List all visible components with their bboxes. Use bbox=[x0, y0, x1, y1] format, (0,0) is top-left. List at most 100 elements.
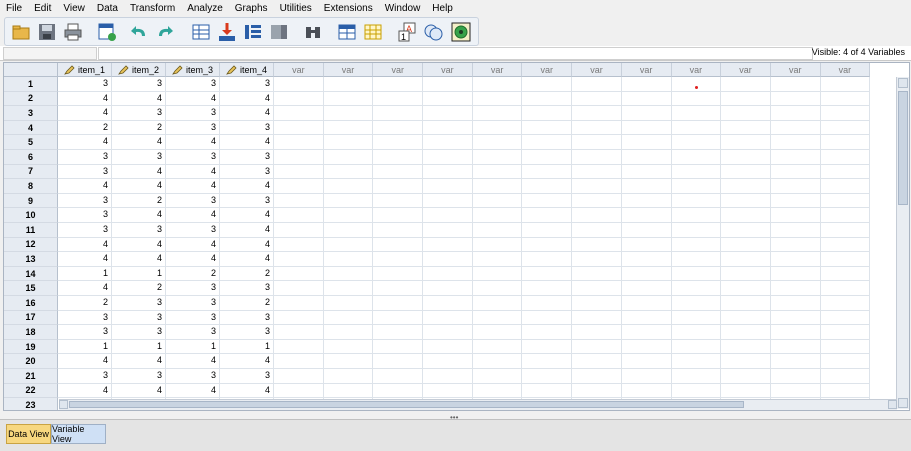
empty-cell[interactable] bbox=[522, 310, 573, 326]
empty-cell[interactable] bbox=[522, 179, 573, 194]
empty-cell[interactable] bbox=[373, 266, 424, 282]
empty-cell[interactable] bbox=[423, 252, 473, 267]
empty-cell[interactable] bbox=[721, 77, 771, 92]
empty-cell[interactable] bbox=[621, 266, 672, 282]
data-cell[interactable]: 4 bbox=[166, 252, 220, 267]
data-cell[interactable]: 3 bbox=[166, 150, 220, 165]
empty-cell[interactable] bbox=[274, 150, 324, 165]
empty-cell[interactable] bbox=[274, 135, 324, 150]
empty-cell[interactable] bbox=[522, 237, 573, 253]
empty-cell[interactable] bbox=[572, 208, 622, 223]
row-number[interactable]: 22 bbox=[4, 383, 58, 399]
data-cell[interactable]: 4 bbox=[112, 354, 166, 369]
empty-cell[interactable] bbox=[572, 193, 622, 209]
menu-data[interactable]: Data bbox=[91, 3, 124, 14]
empty-cell[interactable] bbox=[522, 120, 573, 136]
empty-cell[interactable] bbox=[671, 106, 722, 121]
empty-cell[interactable] bbox=[770, 310, 821, 326]
empty-cell[interactable] bbox=[621, 91, 672, 107]
empty-cell[interactable] bbox=[721, 252, 771, 267]
empty-cell[interactable] bbox=[572, 135, 622, 150]
empty-cell[interactable] bbox=[274, 310, 324, 326]
data-cell[interactable]: 4 bbox=[58, 91, 112, 107]
data-cell[interactable]: 4 bbox=[166, 237, 220, 253]
data-cell[interactable]: 4 bbox=[112, 208, 166, 223]
data-cell[interactable]: 3 bbox=[166, 281, 220, 296]
data-cell[interactable]: 4 bbox=[166, 383, 220, 399]
data-cell[interactable]: 2 bbox=[220, 296, 274, 311]
empty-cell[interactable] bbox=[671, 120, 722, 136]
data-cell[interactable]: 3 bbox=[220, 281, 274, 296]
empty-cell[interactable] bbox=[671, 223, 722, 238]
data-cell[interactable]: 2 bbox=[220, 266, 274, 282]
empty-cell[interactable] bbox=[472, 237, 523, 253]
empty-cell[interactable] bbox=[621, 179, 672, 194]
column-header-var[interactable]: var bbox=[522, 63, 573, 77]
empty-cell[interactable] bbox=[671, 310, 722, 326]
empty-cell[interactable] bbox=[274, 296, 324, 311]
empty-cell[interactable] bbox=[770, 77, 821, 92]
data-cell[interactable]: 2 bbox=[112, 193, 166, 209]
data-cell[interactable]: 1 bbox=[112, 339, 166, 355]
empty-cell[interactable] bbox=[820, 223, 871, 238]
column-header-item-4[interactable]: item_4 bbox=[220, 63, 274, 77]
data-cell[interactable]: 1 bbox=[220, 339, 274, 355]
data-cell[interactable]: 3 bbox=[58, 223, 112, 238]
empty-cell[interactable] bbox=[770, 383, 821, 399]
empty-cell[interactable] bbox=[423, 106, 473, 121]
row-number[interactable]: 11 bbox=[4, 223, 58, 238]
find-icon[interactable] bbox=[303, 22, 323, 42]
empty-cell[interactable] bbox=[274, 237, 324, 253]
empty-cell[interactable] bbox=[373, 310, 424, 326]
empty-cell[interactable] bbox=[621, 296, 672, 311]
empty-cell[interactable] bbox=[820, 193, 871, 209]
empty-cell[interactable] bbox=[621, 77, 672, 92]
data-cell[interactable]: 3 bbox=[58, 193, 112, 209]
empty-cell[interactable] bbox=[522, 281, 573, 296]
empty-cell[interactable] bbox=[621, 310, 672, 326]
empty-cell[interactable] bbox=[423, 296, 473, 311]
empty-cell[interactable] bbox=[671, 237, 722, 253]
empty-cell[interactable] bbox=[522, 325, 573, 340]
empty-cell[interactable] bbox=[472, 106, 523, 121]
empty-cell[interactable] bbox=[373, 325, 424, 340]
empty-cell[interactable] bbox=[323, 252, 374, 267]
empty-cell[interactable] bbox=[621, 164, 672, 180]
empty-cell[interactable] bbox=[522, 150, 573, 165]
data-cell[interactable]: 4 bbox=[112, 179, 166, 194]
empty-cell[interactable] bbox=[323, 120, 374, 136]
row-number[interactable]: 13 bbox=[4, 252, 58, 267]
open-folder-icon[interactable] bbox=[11, 22, 31, 42]
empty-cell[interactable] bbox=[770, 106, 821, 121]
menu-help[interactable]: Help bbox=[426, 3, 459, 14]
empty-cell[interactable] bbox=[472, 91, 523, 107]
empty-cell[interactable] bbox=[770, 369, 821, 384]
empty-cell[interactable] bbox=[274, 164, 324, 180]
data-cell[interactable]: 3 bbox=[112, 296, 166, 311]
column-header-var[interactable]: var bbox=[274, 63, 324, 77]
empty-cell[interactable] bbox=[423, 354, 473, 369]
row-number[interactable]: 21 bbox=[4, 369, 58, 384]
empty-cell[interactable] bbox=[671, 296, 722, 311]
data-cell[interactable]: 4 bbox=[220, 179, 274, 194]
empty-cell[interactable] bbox=[721, 150, 771, 165]
empty-cell[interactable] bbox=[274, 325, 324, 340]
empty-cell[interactable] bbox=[621, 383, 672, 399]
data-cell[interactable]: 2 bbox=[166, 266, 220, 282]
empty-cell[interactable] bbox=[770, 339, 821, 355]
vertical-scroll-thumb[interactable] bbox=[898, 91, 908, 205]
menu-file[interactable]: File bbox=[0, 3, 28, 14]
column-header-var[interactable]: var bbox=[373, 63, 424, 77]
empty-cell[interactable] bbox=[323, 354, 374, 369]
empty-cell[interactable] bbox=[572, 120, 622, 136]
empty-cell[interactable] bbox=[472, 208, 523, 223]
scroll-up-arrow[interactable] bbox=[898, 78, 908, 88]
data-cell[interactable]: 3 bbox=[58, 150, 112, 165]
empty-cell[interactable] bbox=[274, 179, 324, 194]
empty-cell[interactable] bbox=[671, 77, 722, 92]
empty-cell[interactable] bbox=[423, 383, 473, 399]
empty-cell[interactable] bbox=[820, 383, 871, 399]
empty-cell[interactable] bbox=[820, 208, 871, 223]
data-cell[interactable]: 3 bbox=[220, 77, 274, 92]
data-cell[interactable]: 3 bbox=[166, 296, 220, 311]
